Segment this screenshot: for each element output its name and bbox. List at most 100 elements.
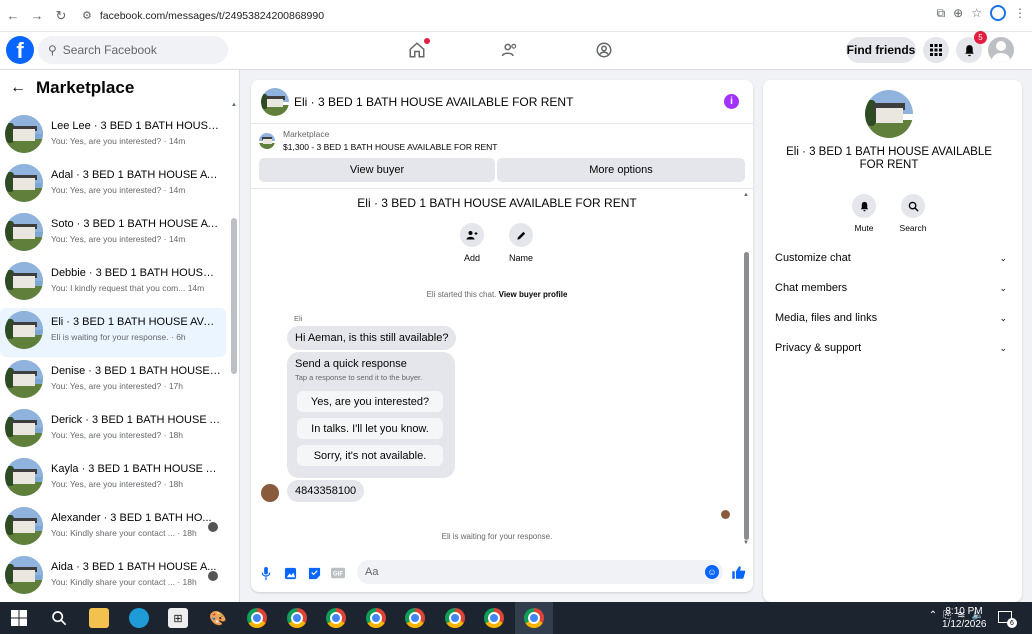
- quick-response-option[interactable]: Sorry, it's not available.: [297, 445, 443, 466]
- scroll-up-arrow-icon[interactable]: ▲: [231, 102, 237, 108]
- mute-action[interactable]: Mute: [844, 194, 884, 233]
- gif-icon[interactable]: GIF: [331, 566, 345, 580]
- message-bubble[interactable]: 4843358100: [287, 480, 365, 502]
- conversation-item[interactable]: Alexander · 3 BED 1 BATH HO... You: Kindl…: [0, 504, 226, 553]
- listing-title[interactable]: $1,300 - 3 BED 1 BATH HOUSE AVAILABLE FO…: [283, 142, 497, 152]
- chat-members-row[interactable]: Chat members ⌄: [775, 280, 1007, 296]
- listing-thumbnail[interactable]: [259, 133, 275, 149]
- forward-icon[interactable]: →: [26, 5, 48, 27]
- address-bar[interactable]: ⚙ facebook.com/messages/t/24953824200868…: [82, 5, 922, 27]
- store-icon[interactable]: ⊞: [168, 608, 188, 628]
- conversation-avatar: [5, 507, 43, 545]
- waiting-notice: Eli is waiting for your response.: [441, 532, 553, 541]
- bell-icon: [852, 194, 876, 218]
- menu-icon[interactable]: ⋮: [1014, 6, 1026, 20]
- taskbar-search-icon[interactable]: [49, 608, 69, 628]
- details-avatar[interactable]: [865, 90, 913, 138]
- site-info-icon[interactable]: ⚙: [82, 9, 92, 22]
- conversation-item[interactable]: Soto · 3 BED 1 BATH HOUSE AVA... You: Yes…: [0, 210, 226, 259]
- section-label: Media, files and links: [775, 312, 878, 324]
- home-icon[interactable]: [404, 38, 430, 62]
- windows-taskbar: ⊞ 🎨 ⌃ ⎘ ≋ 🔈 8:10 PM 1/12/2026 6: [0, 602, 1032, 634]
- menu-grid-icon[interactable]: [923, 37, 949, 63]
- chat-avatar[interactable]: [261, 88, 289, 116]
- microphone-icon[interactable]: [259, 566, 273, 580]
- browser-actions: ⧉ ⊕ ☆ ⋮: [937, 5, 1026, 21]
- conversation-preview: You: I kindly request that you com... 14…: [51, 283, 205, 293]
- notifications-bell-icon[interactable]: 5: [956, 31, 987, 63]
- thumbs-up-icon[interactable]: [731, 565, 746, 583]
- search-action[interactable]: Search: [893, 194, 933, 233]
- profile-icon[interactable]: [990, 5, 1006, 21]
- more-options-button[interactable]: More options: [497, 158, 745, 182]
- chevron-down-icon: ⌄: [999, 312, 1007, 323]
- app-icon[interactable]: 🎨: [208, 608, 228, 628]
- conversation-item[interactable]: Aida · 3 BED 1 BATH HOUSE A... You: Kindl…: [0, 553, 226, 602]
- clock-time: 8:10 PM: [945, 606, 983, 617]
- message-composer: GIF Aa ☺: [251, 556, 753, 592]
- chrome-icon[interactable]: [247, 608, 267, 628]
- conversation-item[interactable]: Eli · 3 BED 1 BATH HOUSE AVAIL... Eli is …: [0, 308, 226, 357]
- info-icon[interactable]: i: [724, 94, 739, 109]
- chat-title[interactable]: Eli · 3 BED 1 BATH HOUSE AVAILABLE FOR R…: [294, 95, 573, 109]
- chrome-icon[interactable]: [366, 608, 386, 628]
- view-buyer-profile-link[interactable]: View buyer profile: [499, 290, 568, 299]
- quick-response-option[interactable]: In talks. I'll let you know.: [297, 418, 443, 439]
- name-action[interactable]: Name: [501, 223, 541, 263]
- windows-start-icon[interactable]: [9, 608, 29, 628]
- notification-center-icon[interactable]: 6: [998, 611, 1017, 628]
- conversation-item[interactable]: Debbie · 3 BED 1 BATH HOUSE A... You: I k…: [0, 259, 226, 308]
- message-input[interactable]: Aa ☺: [357, 560, 723, 584]
- clock-date: 1/12/2026: [942, 619, 987, 630]
- sidebar-scrollbar[interactable]: [231, 218, 237, 374]
- svg-text:GIF: GIF: [333, 571, 343, 578]
- privacy-support-row[interactable]: Privacy & support ⌄: [775, 340, 1007, 356]
- chrome-icon[interactable]: [445, 608, 465, 628]
- emoji-icon[interactable]: ☺: [705, 565, 719, 579]
- customize-chat-row[interactable]: Customize chat ⌄: [775, 250, 1007, 266]
- file-explorer-icon[interactable]: [89, 608, 109, 628]
- chrome-icon[interactable]: [287, 608, 307, 628]
- sender-avatar[interactable]: [261, 484, 279, 502]
- search-input[interactable]: ⚲ Search Facebook: [38, 36, 228, 64]
- reload-icon[interactable]: ↻: [50, 5, 72, 27]
- chrome-icon[interactable]: [326, 608, 346, 628]
- back-icon[interactable]: ←: [2, 5, 24, 27]
- notification-count-badge: 5: [974, 31, 987, 44]
- conversation-item[interactable]: Denise · 3 BED 1 BATH HOUSE A... You: Yes…: [0, 357, 226, 406]
- account-avatar[interactable]: [988, 37, 1014, 63]
- chrome-icon[interactable]: [484, 608, 504, 628]
- chrome-icon[interactable]: [524, 608, 544, 628]
- facebook-logo-icon[interactable]: f: [6, 36, 34, 64]
- friends-icon[interactable]: [497, 38, 523, 62]
- quick-response-option[interactable]: Yes, are you interested?: [297, 391, 443, 412]
- taskbar-clock[interactable]: 8:10 PM 1/12/2026: [942, 605, 987, 631]
- zoom-icon[interactable]: ⊕: [953, 6, 963, 20]
- chat-scrollbar[interactable]: [744, 252, 749, 540]
- add-action[interactable]: Add: [452, 223, 492, 263]
- edge-icon[interactable]: [129, 608, 149, 628]
- sticker-icon[interactable]: [307, 566, 321, 580]
- conversation-preview: You: Yes, are you interested? · 17h: [51, 381, 184, 391]
- conversation-item[interactable]: Lee Lee · 3 BED 1 BATH HOUSE A... You: Ye…: [0, 112, 226, 161]
- conversation-item[interactable]: Derick · 3 BED 1 BATH HOUSE AV... You: Ye…: [0, 406, 226, 455]
- view-buyer-button[interactable]: View buyer: [259, 158, 495, 182]
- conversation-details-panel: Eli · 3 BED 1 BATH HOUSE AVAILABLE FOR R…: [763, 80, 1022, 602]
- bookmark-star-icon[interactable]: ☆: [971, 6, 982, 20]
- cast-icon[interactable]: ⧉: [937, 6, 946, 21]
- conversation-item[interactable]: Kayla · 3 BED 1 BATH HOUSE AV... You: Yes…: [0, 455, 226, 504]
- conversation-name: Derick · 3 BED 1 BATH HOUSE AV...: [51, 414, 221, 426]
- scroll-down-arrow-icon[interactable]: ▼: [743, 540, 749, 546]
- browser-toolbar: ← → ↻ ⚙ facebook.com/messages/t/24953824…: [0, 0, 1032, 32]
- back-arrow-icon[interactable]: ←: [10, 79, 26, 97]
- conversation-item[interactable]: Adal · 3 BED 1 BATH HOUSE AVA... You: Yes…: [0, 161, 226, 210]
- chat-window: Eli · 3 BED 1 BATH HOUSE AVAILABLE FOR R…: [251, 80, 753, 592]
- message-bubble[interactable]: Hi Aeman, is this still available?: [287, 326, 457, 350]
- photo-icon[interactable]: [283, 566, 297, 580]
- chevron-up-icon[interactable]: ⌃: [929, 610, 937, 621]
- scroll-up-arrow-icon[interactable]: ▲: [743, 192, 749, 198]
- find-friends-button[interactable]: Find friends: [846, 37, 916, 63]
- groups-icon[interactable]: [591, 38, 617, 62]
- chrome-icon[interactable]: [405, 608, 425, 628]
- media-files-links-row[interactable]: Media, files and links ⌄: [775, 310, 1007, 326]
